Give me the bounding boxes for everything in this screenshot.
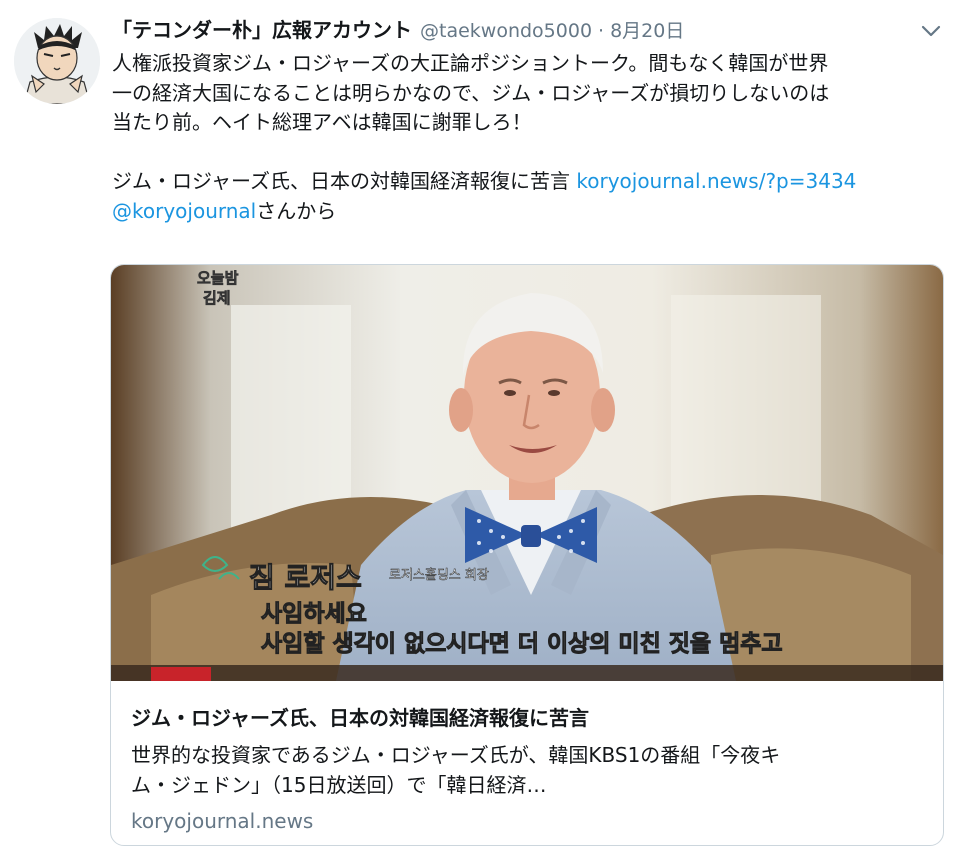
cartoon-avatar-icon	[14, 18, 100, 104]
link-card[interactable]: 오늘밤 김제 짐 로저스 로저스홀딩스 회장 사임하세요 사임할 생각이 없으시…	[110, 264, 944, 846]
display-name[interactable]: 「テコンダー朴」広報アカウント	[112, 14, 412, 43]
via-mention[interactable]: @koryojournal	[112, 199, 256, 223]
card-domain: koryojournal.news	[131, 809, 314, 833]
logo-text: 김제	[203, 289, 231, 307]
share-line: ジム・ロジャーズ氏、日本の対韓国経済報復に苦言 koryojournal.new…	[112, 167, 942, 197]
subtitle-line: 사임할 생각이 없으시다면 더 이상의 미친 짓을 멈추고	[261, 631, 783, 657]
subtitle-line: 사임하세요	[261, 601, 367, 627]
tweet: 「テコンダー朴」広報アカウント @taekwondo5000 · 8月20日 人…	[0, 0, 954, 846]
user-handle[interactable]: @taekwondo5000	[420, 20, 592, 42]
separator: ·	[598, 20, 605, 42]
via-line: @koryojournalさんから	[112, 197, 942, 227]
share-text: ジム・ロジャーズ氏、日本の対韓国経済報復に苦言	[112, 169, 570, 193]
logo-text: 오늘밤	[197, 269, 239, 287]
caption-name: 짐 로저스	[249, 561, 362, 594]
chevron-down-icon[interactable]	[920, 24, 942, 38]
card-description-line: 世界的な投資家であるジム・ロジャーズ氏が、韓国KBS1の番組「今夜キ	[131, 743, 781, 767]
tweet-text-line: 一の経済大国になることは明らかなので、ジム・ロジャーズが損切りしないのは	[112, 80, 830, 105]
card-title[interactable]: ジム・ロジャーズ氏、日本の対韓国経済報復に苦言	[131, 704, 923, 732]
timestamp[interactable]: 8月20日	[610, 16, 684, 43]
card-meta: ジム・ロジャーズ氏、日本の対韓国経済報復に苦言 世界的な投資家であるジム・ロジャ…	[111, 681, 943, 835]
tweet-header: 「テコンダー朴」広報アカウント @taekwondo5000 · 8月20日	[112, 14, 914, 48]
via-suffix: さんから	[256, 198, 337, 223]
tweet-text-line: 人権派投資家ジム・ロジャーズの大正論ポジショントーク。間もなく韓国が世界	[112, 51, 829, 75]
avatar[interactable]	[14, 18, 100, 104]
tweet-text: 人権派投資家ジム・ロジャーズの大正論ポジショントーク。間もなく韓国が世界 一の経…	[112, 49, 942, 226]
card-description: 世界的な投資家であるジム・ロジャーズ氏が、韓国KBS1の番組「今夜キ ム・ジェド…	[131, 740, 923, 800]
card-image[interactable]: 오늘밤 김제 짐 로저스 로저스홀딩스 회장 사임하세요 사임할 생각이 없으시…	[111, 265, 943, 681]
share-link[interactable]: koryojournal.news/?p=3434	[576, 169, 856, 193]
caption-title: 로저스홀딩스 회장	[389, 568, 489, 583]
tweet-text-line: 当たり前。ヘイト総理アベは韓国に謝罪しろ！	[112, 110, 532, 134]
card-description-line: ム・ジェドン」（15日放送回）で「韓日経済…	[131, 773, 547, 797]
